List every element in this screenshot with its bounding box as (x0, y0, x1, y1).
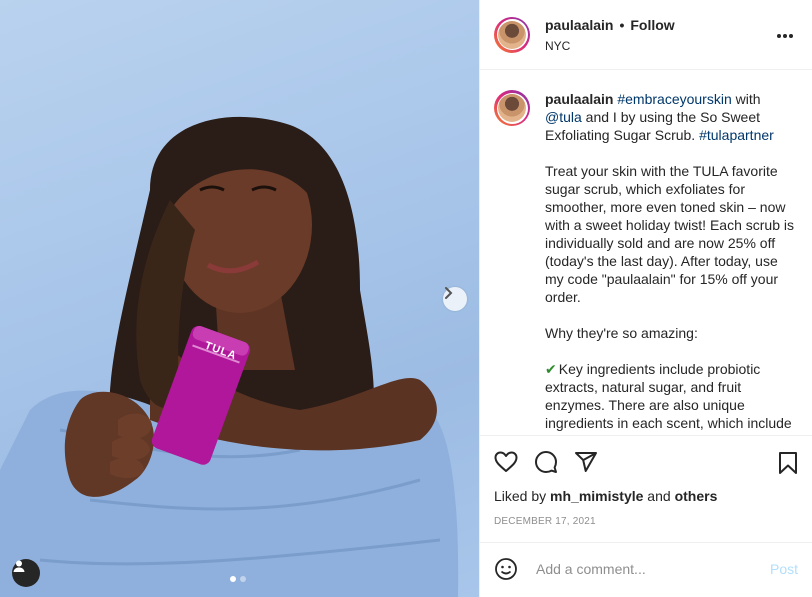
carousel-dot-active (230, 576, 236, 582)
action-bar (480, 436, 812, 488)
post-modal: TULA paulaalain • Follow NYC paulaalain … (0, 0, 812, 597)
likes-others-link[interactable]: others (675, 488, 718, 504)
carousel-dot (240, 576, 246, 582)
post-comment-button[interactable]: Post (770, 561, 798, 577)
emoji-button[interactable] (494, 557, 518, 581)
emoji-icon (495, 558, 517, 580)
next-photo-button[interactable] (443, 287, 467, 311)
avatar-image (498, 94, 526, 122)
heart-icon (494, 451, 518, 472)
share-icon (575, 452, 597, 472)
more-horizontal-icon (777, 34, 793, 38)
liked-by-user-link[interactable]: mh_mimistyle (550, 488, 643, 504)
separator-dot: • (619, 16, 625, 33)
likes-summary: Liked by mh_mimistyle and others (494, 488, 718, 504)
like-button[interactable] (494, 451, 518, 473)
comment-button[interactable] (534, 450, 558, 474)
caption-area[interactable]: paulaalain #embraceyourskin with @tula a… (480, 70, 812, 436)
save-button[interactable] (778, 451, 798, 480)
mention-tula[interactable]: @tula (545, 109, 582, 125)
share-button[interactable] (574, 450, 598, 474)
more-options-button[interactable] (776, 26, 794, 44)
avatar[interactable] (494, 16, 530, 53)
post-sidebar: paulaalain • Follow NYC paulaalain #embr… (479, 0, 812, 597)
check-mark-icon: ✔ (545, 361, 557, 377)
comment-bar: Post (480, 543, 812, 595)
chevron-right-icon (445, 287, 453, 299)
comment-input[interactable] (534, 560, 770, 578)
caption-text: paulaalain #embraceyourskin with @tula a… (545, 90, 798, 435)
comment-icon (535, 451, 557, 473)
username-link[interactable]: paulaalain (545, 17, 613, 33)
hashtag-embraceyourskin[interactable]: #embraceyourskin (617, 91, 731, 107)
location-link[interactable]: NYC (545, 39, 675, 53)
avatar-image (498, 20, 526, 49)
caption-paragraph: Why they're so amazing: (545, 325, 698, 341)
caption-paragraph: Key ingredients include probiotic extrac… (545, 361, 792, 431)
hashtag-tulapartner[interactable]: #tulapartner (699, 127, 774, 143)
post-photo[interactable]: TULA (0, 0, 479, 597)
caption-paragraph: Treat your skin with the TULA favorite s… (545, 163, 794, 305)
bookmark-icon (779, 452, 797, 474)
post-header: paulaalain • Follow NYC (480, 0, 812, 70)
photo-illustration (0, 116, 459, 597)
carousel-indicator (230, 576, 246, 582)
post-date[interactable]: DECEMBER 17, 2021 (480, 516, 812, 543)
caption-avatar[interactable] (494, 90, 530, 126)
caption-username[interactable]: paulaalain (545, 91, 613, 107)
tagged-users-button[interactable] (12, 559, 40, 587)
follow-button[interactable]: Follow (630, 17, 674, 33)
person-icon (13, 560, 25, 572)
